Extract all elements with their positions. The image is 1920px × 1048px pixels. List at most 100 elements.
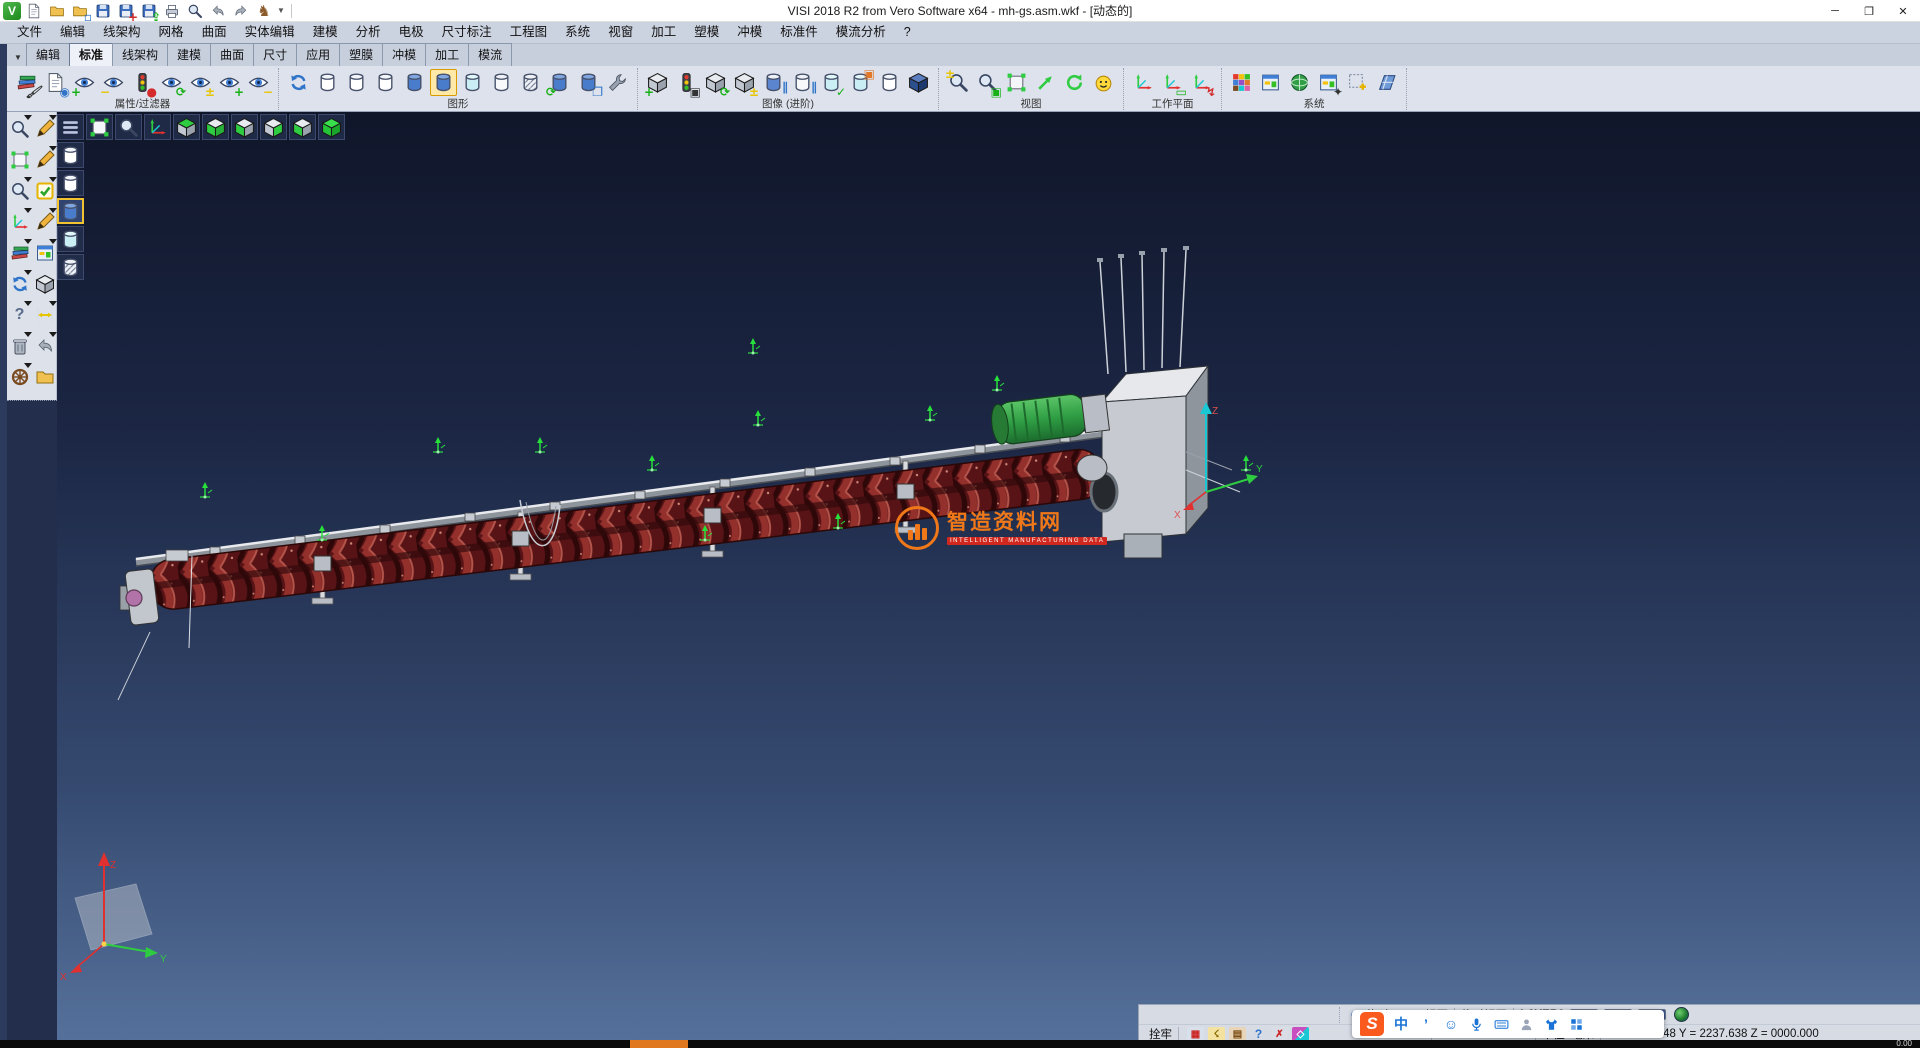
minimize-button[interactable]: ─ — [1818, 0, 1852, 22]
menu-wireframe[interactable]: 线架构 — [94, 22, 150, 43]
insert-file-icon[interactable]: ▫ — [70, 2, 90, 20]
navigator-wheel-icon[interactable] — [8, 362, 32, 392]
zoom-fit-icon[interactable] — [86, 114, 113, 140]
solid-traffic-icon[interactable]: ▣ — [673, 69, 700, 96]
display-shaded[interactable] — [57, 198, 84, 224]
solid-refresh-icon[interactable]: ⟳ — [702, 69, 729, 96]
taskbar-app-indicator[interactable] — [630, 1040, 688, 1048]
curve-edit-icon[interactable] — [33, 207, 57, 237]
menu-surface[interactable]: 曲面 — [193, 22, 236, 43]
window-settings-icon[interactable] — [1257, 69, 1284, 96]
menu-solid-edit[interactable]: 实体编辑 — [236, 22, 304, 43]
cpl-entity-icon[interactable]: ▭ — [1159, 69, 1186, 96]
cylinder-shaded-icon[interactable] — [401, 69, 428, 96]
eye-plus-icon[interactable]: + — [216, 69, 243, 96]
tab-flow[interactable]: 模流 — [468, 43, 512, 66]
visi-logo[interactable]: V — [3, 2, 21, 20]
dynamic-zoom-icon[interactable] — [8, 114, 32, 144]
menu-drawing[interactable]: 工程图 — [501, 22, 557, 43]
tab-progress[interactable]: 冲模 — [382, 43, 426, 66]
menu-standard-parts[interactable]: 标准件 — [771, 22, 827, 43]
qat-dropdown-icon[interactable]: ▼ — [277, 6, 285, 15]
save-as-icon[interactable]: + — [116, 2, 136, 20]
menu-mesh[interactable]: 网格 — [150, 22, 193, 43]
redo-icon[interactable] — [231, 2, 251, 20]
panel-settings-icon[interactable]: ✦ — [1315, 69, 1342, 96]
menu-system[interactable]: 系统 — [556, 22, 599, 43]
cpl-view-icon[interactable]: ↯ — [1188, 69, 1215, 96]
menu-window[interactable]: 视窗 — [599, 22, 642, 43]
toolbox-grid-icon[interactable] — [1568, 1014, 1584, 1034]
solid-dark-icon[interactable] — [905, 69, 932, 96]
cylinder-wire-icon[interactable] — [876, 69, 903, 96]
solid-plusminus-icon[interactable]: ± — [731, 69, 758, 96]
undo-icon[interactable] — [208, 2, 228, 20]
menu-analysis[interactable]: 分析 — [347, 22, 390, 43]
cube-iso-view[interactable] — [318, 114, 345, 140]
eye-refresh-icon[interactable]: ⟳ — [158, 69, 185, 96]
window-select-icon[interactable] — [8, 145, 32, 175]
erase-entity-icon[interactable] — [33, 114, 57, 144]
menu-file[interactable]: 文件 — [8, 22, 51, 43]
menu-modeling[interactable]: 建模 — [304, 22, 347, 43]
cylinder-hiddenline-icon[interactable] — [343, 69, 370, 96]
tab-mould[interactable]: 塑膜 — [339, 43, 383, 66]
cube-right-view[interactable] — [260, 114, 287, 140]
measure-distance-icon[interactable] — [33, 300, 57, 330]
zoom-dynamic-icon[interactable] — [115, 114, 142, 140]
cube-top-view[interactable] — [173, 114, 200, 140]
cylinder-stripe2-icon[interactable]: ∥ — [789, 69, 816, 96]
delete-trash-icon[interactable] — [8, 331, 32, 361]
person-icon[interactable] — [1518, 1014, 1534, 1034]
cylinder-copy-icon[interactable]: ❐ — [575, 69, 602, 96]
cylinder-translucent-icon[interactable] — [459, 69, 486, 96]
cylinder-check-icon[interactable]: ✓ — [818, 69, 845, 96]
selection-grid-icon[interactable] — [1344, 69, 1371, 96]
mic-icon[interactable] — [1468, 1014, 1484, 1034]
color-palette-icon[interactable] — [1228, 69, 1255, 96]
solid-add-curve-icon[interactable]: + — [644, 69, 671, 96]
display-hiddenline[interactable] — [57, 170, 84, 196]
menu-mould[interactable]: 塑模 — [685, 22, 728, 43]
zoom-extents-icon[interactable] — [1003, 69, 1030, 96]
zoom-plusminus-icon[interactable] — [8, 176, 32, 206]
menu-electrode[interactable]: 电极 — [390, 22, 433, 43]
save-all-icon[interactable]: ⇪ — [139, 2, 159, 20]
attributes-books-icon[interactable] — [8, 238, 32, 268]
cylinder-shaded-edges-icon[interactable] — [430, 69, 457, 96]
tab-machining[interactable]: 加工 — [425, 43, 469, 66]
regen-refresh-icon[interactable] — [8, 269, 32, 299]
lang-chinese-icon[interactable]: 中 — [1393, 1014, 1409, 1034]
keyboard-icon[interactable] — [1493, 1014, 1509, 1034]
cylinder-mesh-icon[interactable] — [517, 69, 544, 96]
view-menu-icon[interactable] — [57, 114, 84, 140]
view-orientation-icon[interactable] — [1090, 69, 1117, 96]
zoom-window-icon[interactable]: ▣ — [974, 69, 1001, 96]
cpl-axes-icon[interactable] — [8, 207, 32, 237]
tab-surface[interactable]: 曲面 — [210, 43, 254, 66]
eye-add-icon[interactable]: + — [71, 69, 98, 96]
cpl-axes-icon[interactable] — [144, 114, 171, 140]
cylinder-recycle-icon[interactable]: ⟳ — [546, 69, 573, 96]
menu-progress[interactable]: 冲模 — [728, 22, 771, 43]
new-file-icon[interactable] — [24, 2, 44, 20]
help-question-icon[interactable]: ? — [8, 300, 32, 330]
viewport-window-icon[interactable] — [33, 238, 57, 268]
sogou-logo[interactable]: S — [1360, 1012, 1384, 1036]
properties-painter-icon[interactable]: 🖌 — [13, 69, 40, 96]
tab-edit[interactable]: 编辑 — [26, 43, 70, 66]
display-wireframe[interactable] — [57, 142, 84, 168]
cube-left-view[interactable] — [289, 114, 316, 140]
open-file-icon[interactable] — [33, 362, 57, 392]
pan-arrow-icon[interactable] — [1032, 69, 1059, 96]
cube-front-view[interactable] — [231, 114, 258, 140]
globe-icon[interactable] — [1674, 1007, 1689, 1022]
undo-arrow-icon[interactable] — [33, 331, 57, 361]
cylinder-wireframe-icon[interactable] — [314, 69, 341, 96]
cylinder-clip-icon[interactable]: ▣ — [847, 69, 874, 96]
emoji-icon[interactable]: ☺ — [1443, 1014, 1459, 1034]
viewport-canvas[interactable]: Z Y X Z Y — [57, 112, 1920, 1042]
system-config-icon[interactable] — [1286, 69, 1313, 96]
tab-dropdown-icon[interactable]: ▼ — [9, 48, 27, 66]
save-icon[interactable] — [93, 2, 113, 20]
